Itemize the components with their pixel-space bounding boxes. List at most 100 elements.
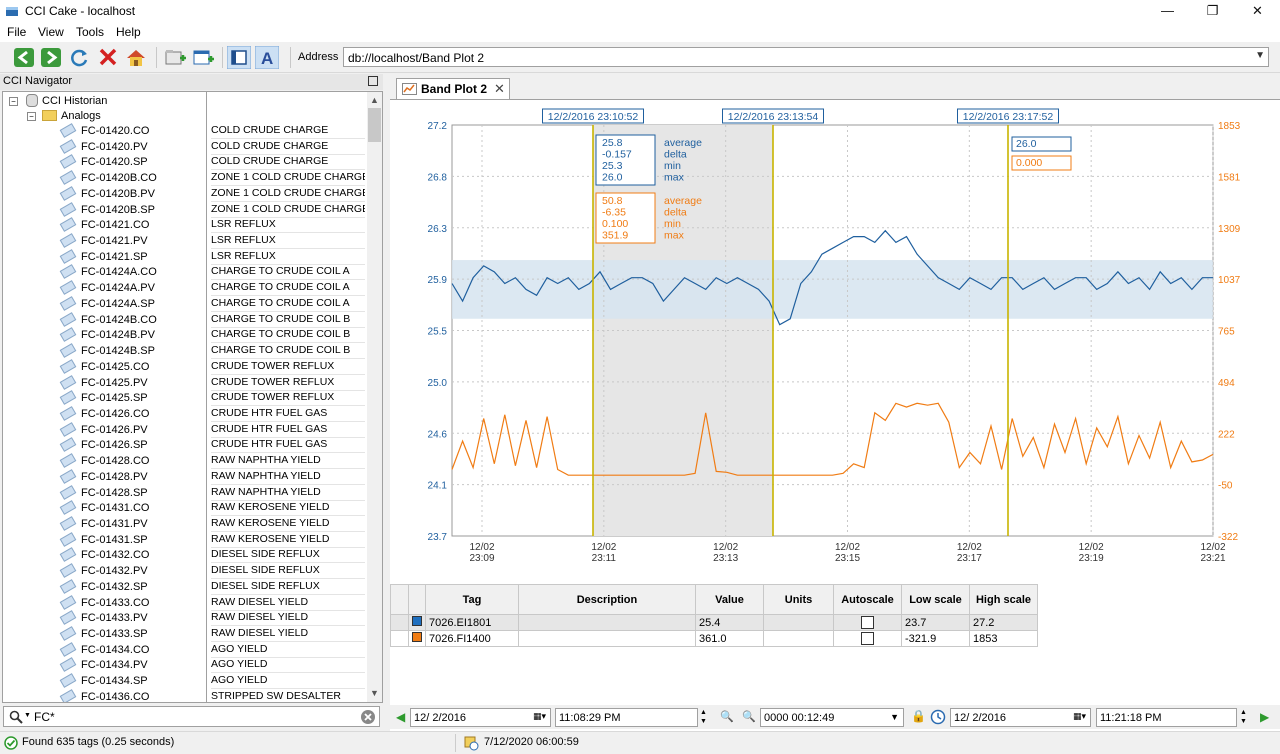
band-plot-chart[interactable]: 12/2/2016 23:10:52 12/2/2016 23:13:54 12/2…: [390, 100, 1280, 582]
tag-list-item[interactable]: FC-01421.SP: [59, 248, 148, 267]
tab-close-icon[interactable]: ✕: [494, 81, 505, 97]
start-date: 12/ 2/2016: [414, 712, 466, 724]
table-row[interactable]: 7026.FI1400 361.0 -321.9 1853: [390, 630, 1038, 647]
tag-list-item[interactable]: FC-01425.SP: [59, 390, 148, 408]
clock-icon[interactable]: [930, 709, 946, 725]
tree-folder-analogs[interactable]: − Analogs: [27, 110, 101, 126]
end-date-field[interactable]: 12/ 2/2016 ▦▾: [950, 708, 1091, 727]
clear-search-icon[interactable]: [360, 709, 376, 725]
new-window-icon[interactable]: [191, 46, 215, 69]
header-tag[interactable]: Tag: [425, 584, 519, 615]
search-dropdown-icon[interactable]: ▼: [24, 712, 31, 719]
tag-list-item[interactable]: FC-01431.SP: [59, 531, 148, 550]
table-row[interactable]: 7026.EI1801 25.4 23.7 27.2: [390, 614, 1038, 631]
panel-toggle-icon[interactable]: [227, 46, 251, 69]
tag-list-item[interactable]: FC-01425.PV: [59, 374, 148, 393]
tag-list-item[interactable]: FC-01426.PV: [59, 421, 148, 440]
menu-tools[interactable]: Tools: [76, 25, 104, 39]
tag-list-item[interactable]: FC-01421.CO: [59, 217, 149, 235]
tag-list-item[interactable]: FC-01432.CO: [59, 547, 149, 565]
chevron-down-icon[interactable]: ▼: [890, 712, 899, 722]
tag-list-item[interactable]: FC-01428.SP: [59, 484, 148, 503]
start-time-spinner-icon[interactable]: ▲ ▼: [700, 708, 707, 726]
tag-list-item[interactable]: FC-01420B.SP: [59, 201, 155, 220]
stop-icon[interactable]: [96, 46, 120, 69]
duration-select[interactable]: 0000 00:12:49 ▼: [760, 708, 904, 727]
header-autoscale[interactable]: Autoscale: [833, 584, 902, 615]
autoscale-checkbox[interactable]: [861, 616, 874, 629]
maximize-button[interactable]: ❐: [1190, 0, 1235, 22]
tag-list-item[interactable]: FC-01424A.SP: [59, 296, 155, 314]
tag-search-input[interactable]: ▼ FC*: [3, 706, 380, 727]
header-high-scale[interactable]: High scale: [969, 584, 1038, 615]
tag-list-item[interactable]: FC-01424B.PV: [59, 327, 155, 345]
tag-list-item[interactable]: FC-01432.SP: [59, 578, 148, 597]
tag-list-item[interactable]: FC-01433.SP: [59, 626, 148, 644]
tag-list-item[interactable]: FC-01420.CO: [59, 123, 149, 141]
tag-list-item[interactable]: FC-01431.CO: [59, 500, 149, 518]
calendar-icon[interactable]: ▦▾: [1073, 711, 1086, 722]
scroll-down-icon[interactable]: ▼: [367, 686, 382, 700]
tag-list-item[interactable]: FC-01436.CO: [59, 689, 149, 702]
tag-list-item[interactable]: FC-01426.SP: [59, 437, 148, 455]
minimize-button[interactable]: —: [1145, 0, 1190, 22]
tag-list-item[interactable]: FC-01424B.SP: [59, 343, 155, 361]
tag-list-item[interactable]: FC-01433.CO: [59, 594, 149, 613]
tag-list-item[interactable]: FC-01434.CO: [59, 641, 149, 660]
tag-list-item[interactable]: FC-01432.PV: [59, 563, 148, 581]
font-icon[interactable]: A: [255, 46, 279, 69]
forward-icon[interactable]: [39, 46, 63, 69]
tag-list-item[interactable]: FC-01431.PV: [59, 516, 148, 534]
menu-help[interactable]: Help: [116, 25, 141, 39]
tree-root[interactable]: − CCI Historian: [9, 94, 107, 110]
tag-list-item[interactable]: FC-01428.CO: [59, 453, 149, 471]
refresh-icon[interactable]: [68, 46, 92, 69]
tag-list-item[interactable]: FC-01424A.PV: [59, 280, 155, 298]
tag-list-item[interactable]: FC-01433.PV: [59, 610, 148, 628]
tab-band-plot-2[interactable]: Band Plot 2 ✕: [396, 78, 510, 99]
tag-list-item[interactable]: FC-01420.PV: [59, 138, 148, 157]
address-input[interactable]: db://localhost/Band Plot 2 ▼: [343, 47, 1269, 67]
scroll-left-icon[interactable]: ◀: [396, 710, 405, 724]
scroll-right-icon[interactable]: ▶: [1260, 710, 1269, 724]
color-swatch[interactable]: [412, 632, 422, 642]
start-date-field[interactable]: 12/ 2/2016 ▦▾: [410, 708, 551, 727]
tag-list-item[interactable]: FC-01420B.PV: [59, 185, 155, 204]
scroll-thumb[interactable]: [368, 108, 381, 142]
tag-list-item[interactable]: FC-01434.SP: [59, 673, 148, 691]
back-icon[interactable]: [12, 46, 36, 69]
scroll-up-icon[interactable]: ▲: [367, 93, 382, 107]
calendar-icon[interactable]: ▦▾: [533, 711, 546, 722]
zoom-out-icon[interactable]: 🔍: [742, 710, 756, 723]
close-button[interactable]: ✕: [1235, 0, 1280, 22]
menu-view[interactable]: View: [38, 25, 64, 39]
tag-list-item[interactable]: FC-01421.PV: [59, 233, 148, 251]
tag-list-item[interactable]: FC-01434.PV: [59, 657, 148, 675]
header-low-scale[interactable]: Low scale: [901, 584, 970, 615]
header-value[interactable]: Value: [695, 584, 764, 615]
tag-list-item[interactable]: FC-01420.SP: [59, 154, 148, 172]
header-units[interactable]: Units: [763, 584, 834, 615]
tag-list-item[interactable]: FC-01425.CO: [59, 358, 149, 377]
autoscale-checkbox[interactable]: [861, 632, 874, 645]
new-folder-icon[interactable]: [163, 46, 187, 69]
lock-icon[interactable]: 🔒: [911, 709, 926, 723]
menu-file[interactable]: File: [7, 25, 26, 39]
end-time-spinner-icon[interactable]: ▲ ▼: [1240, 708, 1247, 726]
start-time-field[interactable]: 11:08:29 PM: [555, 708, 698, 727]
tag-list-item[interactable]: FC-01420B.CO: [59, 170, 157, 188]
collapse-icon[interactable]: −: [27, 112, 36, 121]
color-swatch[interactable]: [412, 616, 422, 626]
tag-list-item[interactable]: FC-01428.PV: [59, 468, 148, 487]
navigator-scrollbar[interactable]: ▲ ▼: [367, 92, 382, 702]
home-icon[interactable]: [124, 46, 148, 69]
header-description[interactable]: Description: [518, 584, 696, 615]
tag-list-item[interactable]: FC-01424A.CO: [59, 264, 157, 282]
chevron-down-icon[interactable]: ▼: [1255, 50, 1265, 61]
tag-list-item[interactable]: FC-01426.CO: [59, 406, 149, 424]
collapse-icon[interactable]: −: [9, 97, 18, 106]
end-time-field[interactable]: 11:21:18 PM: [1096, 708, 1237, 727]
tag-list-item[interactable]: FC-01424B.CO: [59, 311, 157, 330]
zoom-in-icon[interactable]: 🔍: [720, 710, 734, 723]
navigator-dock-icon[interactable]: [368, 76, 378, 86]
